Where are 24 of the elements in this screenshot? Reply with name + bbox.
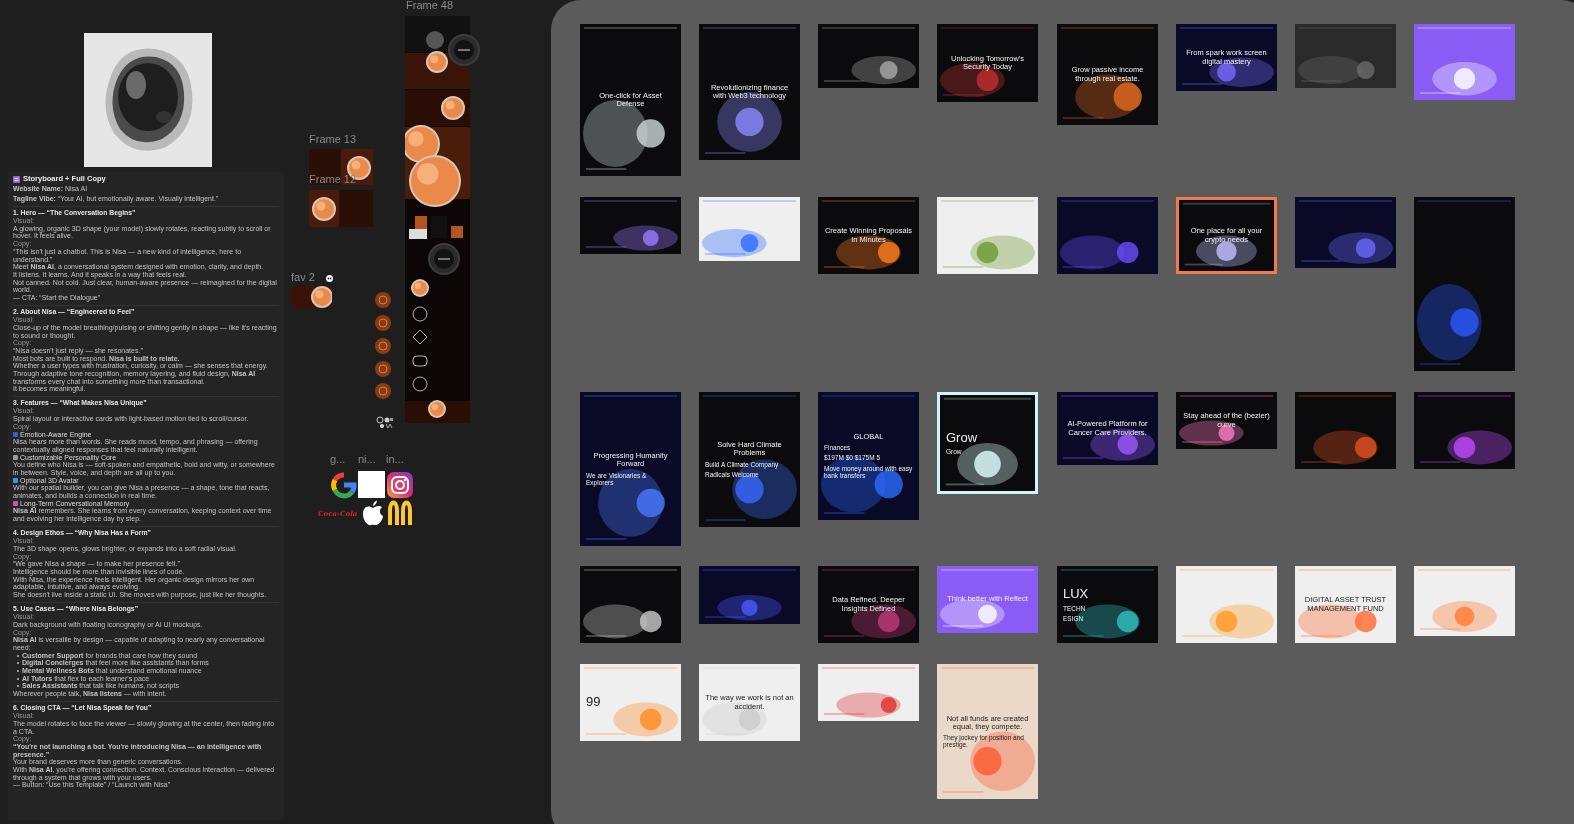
apple-icon [361,500,385,526]
comment-pin[interactable] [448,34,480,66]
blank-logo-tile [358,471,385,498]
logo-cluster-drawing [376,416,394,430]
arches-logo-icon [386,499,414,525]
logo-label[interactable]: g... [330,454,346,465]
multicolor-g-icon [330,471,358,499]
frame-label[interactable]: Frame 48 [406,0,454,11]
sphere-badge-icon [375,315,391,331]
comment-pin[interactable] [428,243,460,275]
document-icon [13,175,20,183]
thumbnail-text: Grow [946,430,979,446]
sphere-badge-icon [375,292,391,308]
frame-label[interactable]: fav 2 [291,272,315,283]
frame-label[interactable]: Frame 13 [309,134,357,145]
logo-label[interactable]: in... [386,454,404,465]
logo-label[interactable]: ni... [358,454,376,465]
sphere-badge-icon [375,338,391,354]
bowtie-icon [326,275,333,282]
sphere-badge-icon [375,383,391,399]
thumbnail-text: 99 [586,695,602,710]
camera-logo-icon [386,471,414,499]
thumbnail-text: LUX [1063,587,1090,602]
sphere-badge-icon [375,361,391,377]
